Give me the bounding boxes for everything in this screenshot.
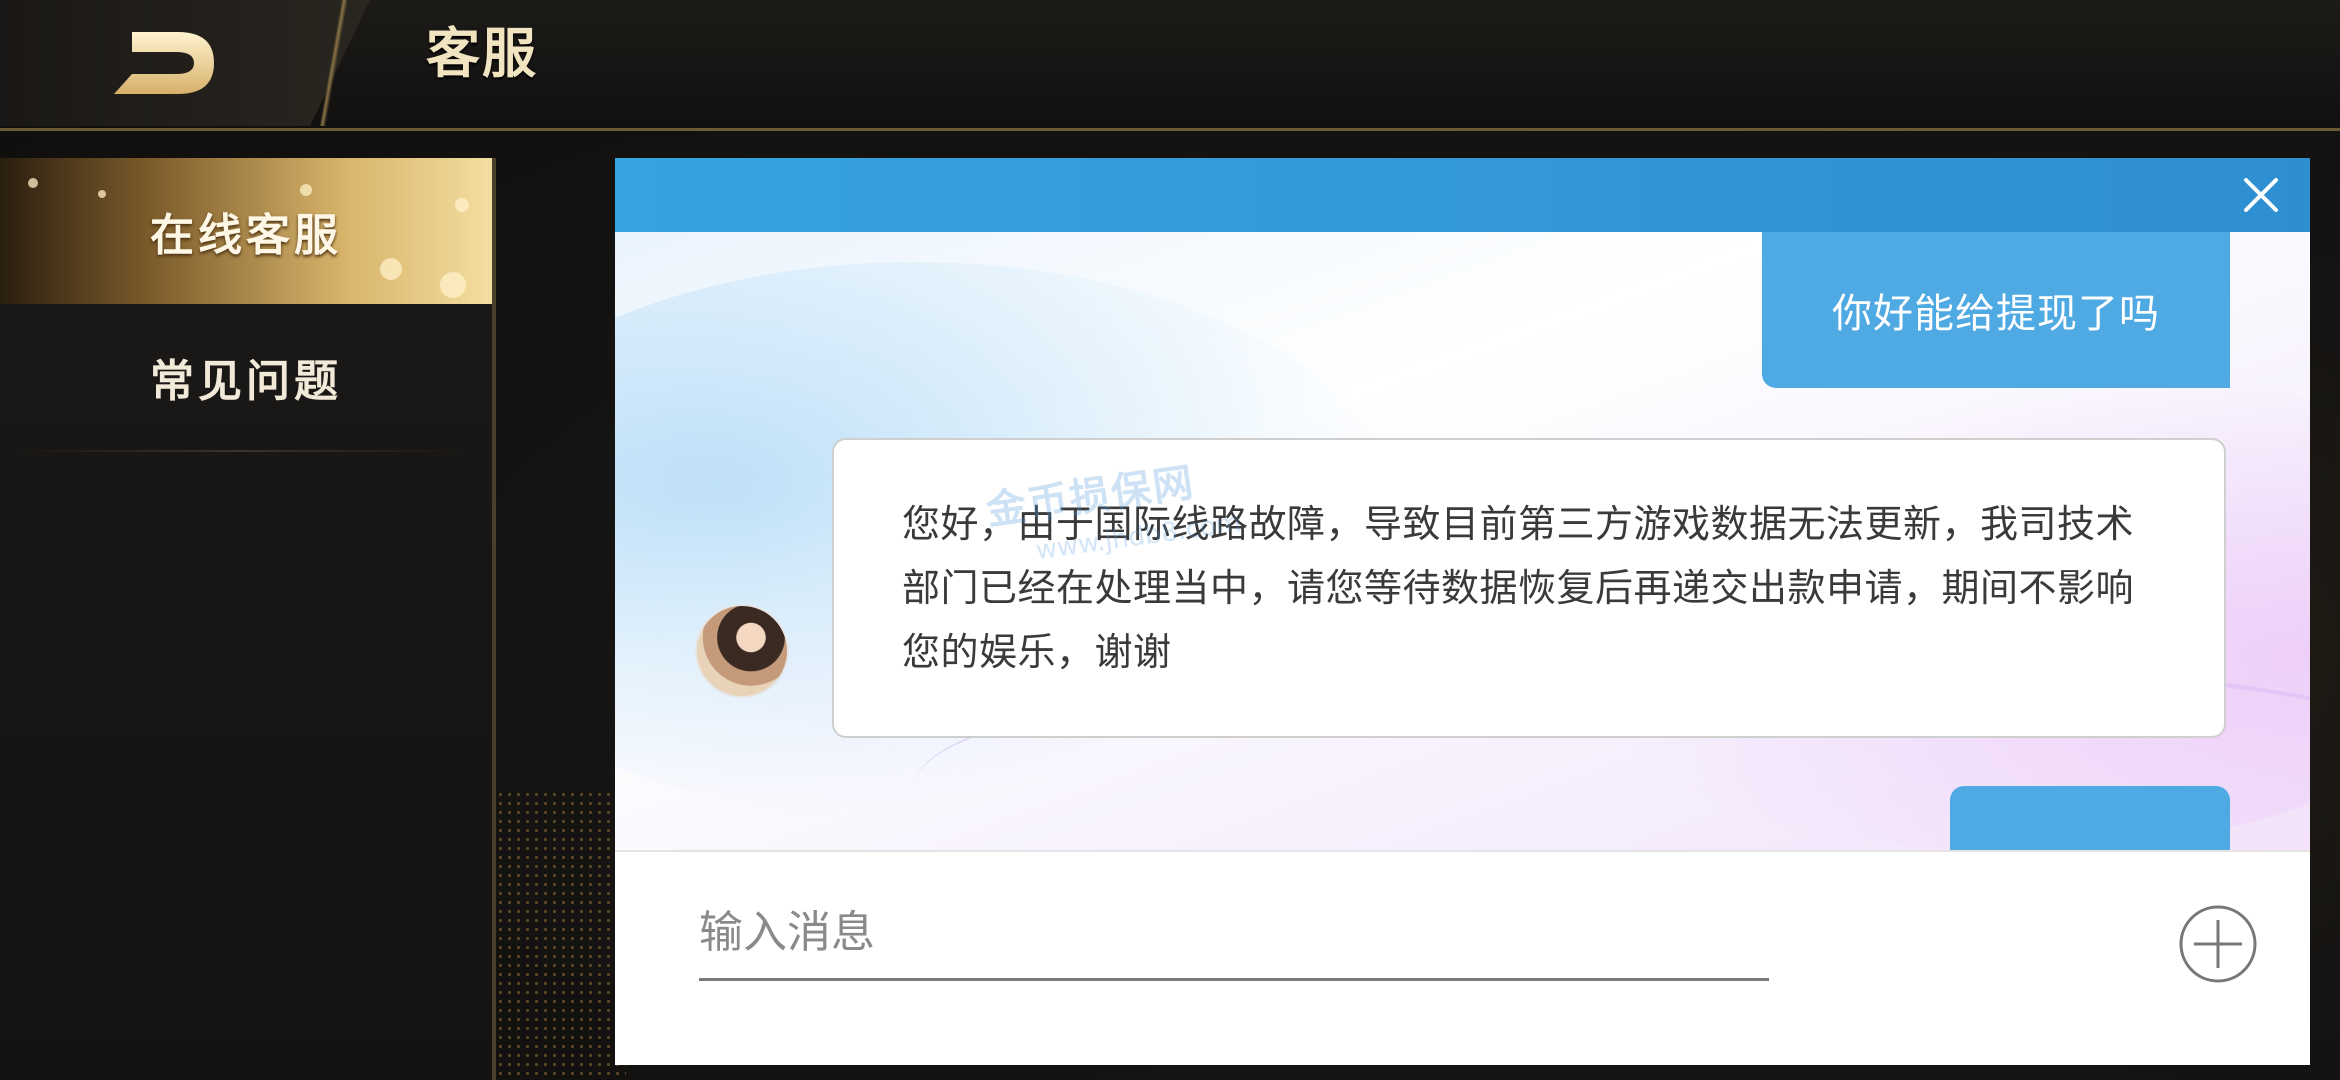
message-text: 您好，由于国际线路故障，导致目前第三方游戏数据无法更新，我司技术部门已经在处理当… [902,502,2135,674]
sparkle-decoration [455,198,469,212]
sparkle-decoration [28,178,38,188]
dotted-background [496,790,626,1080]
sidebar: 在线客服 常见问题 [0,158,496,1080]
screen: 客服 在线客服 常见问题 你好能给提现了吗 您好，由于国际线路故障，导致目前第三… [0,0,2340,1080]
sidebar-item-label: 常见问题 [150,356,342,407]
agent-avatar [695,604,789,698]
add-icon[interactable] [2178,904,2258,984]
user-message-bubble: 你好能给提现了吗 [1762,232,2230,388]
sidebar-divider [20,450,460,452]
sidebar-item-faq[interactable]: 常见问题 [0,304,492,450]
sparkle-decoration [300,184,312,196]
input-bar [615,850,2310,1065]
chat-titlebar [615,158,2310,232]
sidebar-item-online-service[interactable]: 在线客服 [0,158,492,304]
sparkle-decoration [380,258,402,280]
chat-window: 你好能给提现了吗 您好，由于国际线路故障，导致目前第三方游戏数据无法更新，我司技… [615,158,2310,1065]
message-input[interactable] [699,892,1769,981]
sparkle-decoration [98,190,106,198]
close-icon[interactable] [2238,172,2284,218]
back-arrow-icon[interactable] [110,28,220,98]
message-text: 你好能给提现了吗 [1832,291,2160,337]
sparkle-decoration [440,272,466,298]
message-list[interactable]: 你好能给提现了吗 您好，由于国际线路故障，导致目前第三方游戏数据无法更新，我司技… [615,232,2310,850]
sidebar-item-label: 在线客服 [150,210,342,261]
top-header: 客服 [0,0,2340,131]
header-divider [300,0,370,126]
user-message-bubble [1950,786,2230,850]
page-title: 客服 [426,22,538,85]
